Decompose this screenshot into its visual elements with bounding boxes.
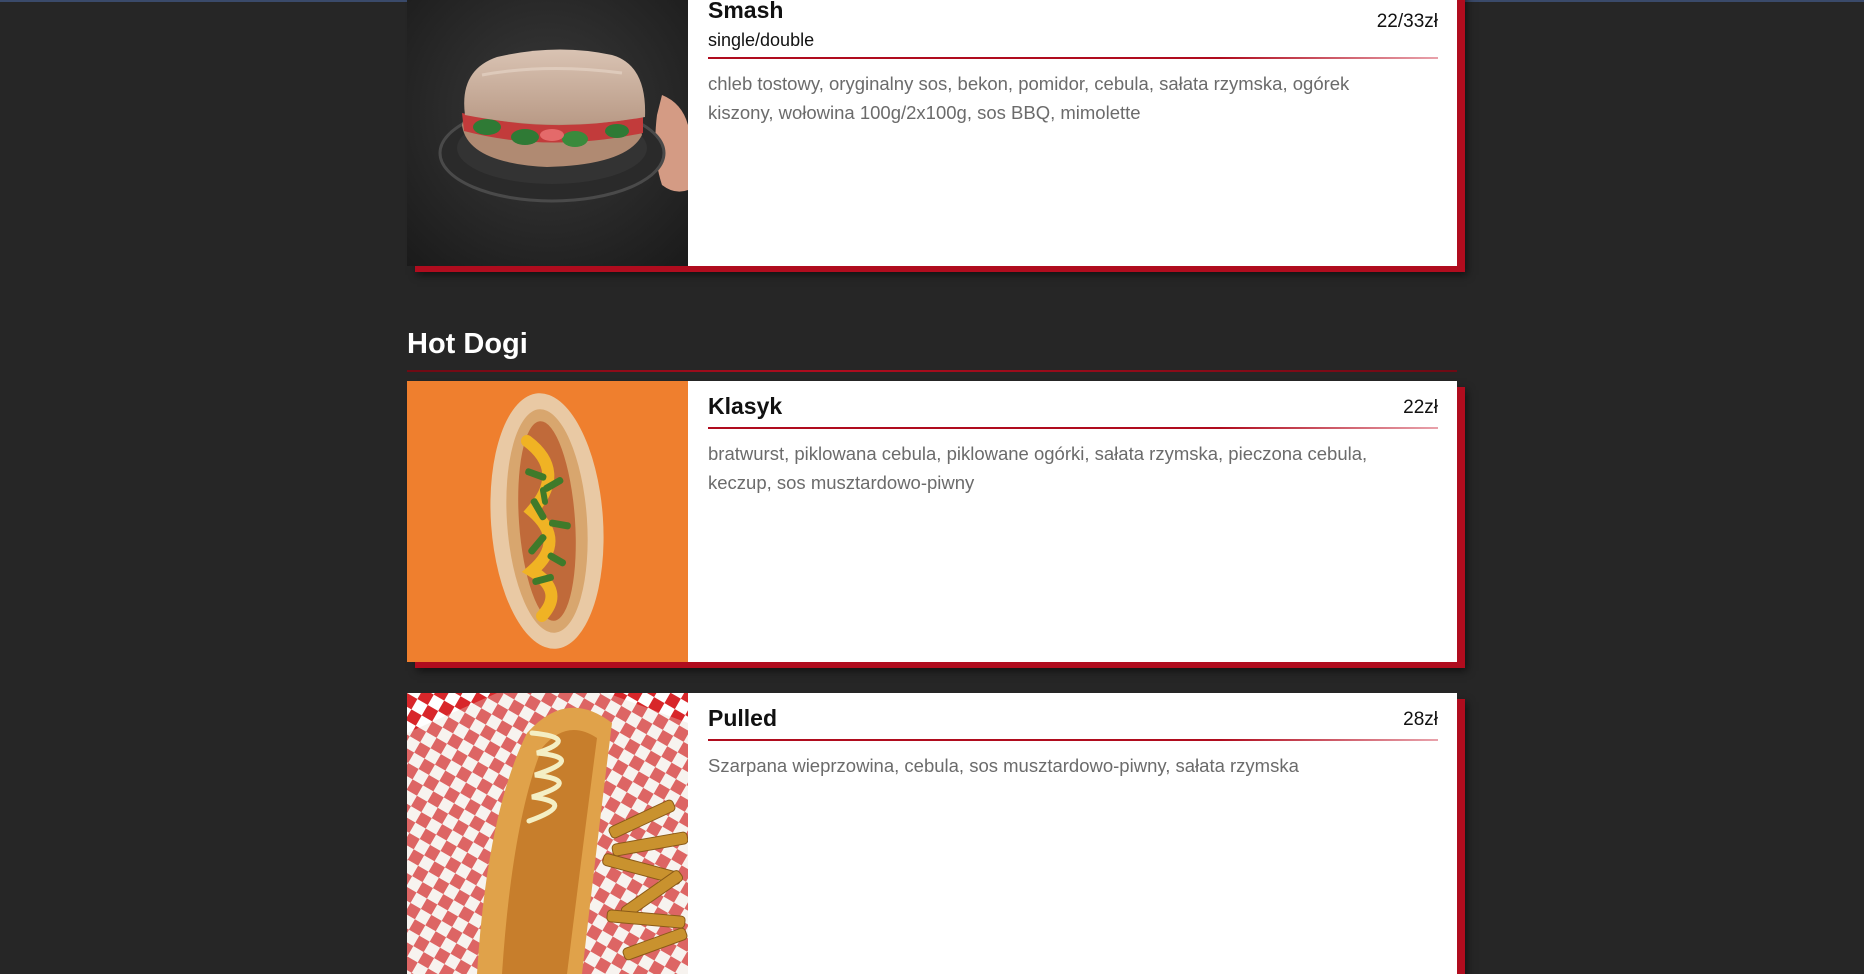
card-body: Klasyk 22zł bratwurst, piklowana cebula,… (688, 381, 1457, 662)
menu-item-smash: Smash single/double 22/33zł chleb tostow… (407, 0, 1457, 266)
item-name: Pulled (708, 705, 778, 731)
card-body: Smash single/double 22/33zł chleb tostow… (688, 0, 1457, 266)
menu-item-klasyk: Klasyk 22zł bratwurst, piklowana cebula,… (407, 381, 1457, 662)
item-name: Klasyk (708, 393, 783, 419)
item-price: 28zł (1403, 709, 1438, 730)
item-price: 22zł (1403, 397, 1438, 418)
section-title-hot-dogi: Hot Dogi (407, 328, 528, 360)
hotdog-orange-photo-icon (407, 381, 688, 662)
sandwich-photo-icon (407, 0, 688, 266)
item-description: bratwurst, piklowana cebula, piklowane o… (708, 443, 1368, 493)
card-header: Pulled 28zł (708, 693, 1438, 741)
hotdog-fries-photo-icon (407, 693, 688, 974)
menu-item-pulled: Pulled 28zł Szarpana wieprzowina, cebula… (407, 693, 1457, 974)
card-body: Pulled 28zł Szarpana wieprzowina, cebula… (688, 693, 1457, 974)
item-variant: single/double (708, 30, 815, 50)
card-header: Klasyk 22zł (708, 381, 1438, 429)
item-description: chleb tostowy, oryginalny sos, bekon, po… (708, 73, 1350, 123)
item-name: Smash (708, 0, 784, 23)
section-divider (407, 370, 1457, 372)
item-description: Szarpana wieprzowina, cebula, sos muszta… (708, 755, 1299, 776)
title-block: Smash single/double (708, 0, 814, 51)
item-price: 22/33zł (1376, 11, 1438, 32)
card-header: Smash single/double 22/33zł (708, 0, 1438, 59)
